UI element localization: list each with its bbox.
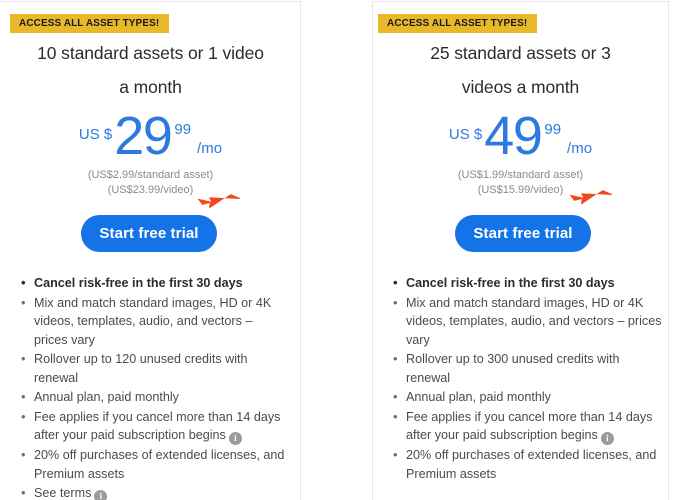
list-item: 20% off purchases of extended licenses, … (18, 446, 288, 483)
list-item: Cancel risk-free in the first 30 days (18, 274, 288, 293)
card-2-headline-line-1: 25 standard assets or 3 (430, 43, 611, 63)
card-1-subprice: (US$2.99/standard asset) (US$23.99/video… (8, 168, 293, 198)
list-item: Rollover up to 120 unused credits with r… (18, 350, 288, 387)
list-item: Mix and match standard images, HD or 4K … (18, 294, 288, 350)
card-2-feature-list: Cancel risk-free in the first 30 days Mi… (390, 274, 662, 484)
list-item: Fee applies if you cancel more than 14 d… (390, 408, 662, 445)
card-2-headline: 25 standard assets or 3 videos a month (378, 36, 663, 104)
card-2-badge-label: ACCESS ALL ASSET TYPES! (378, 14, 538, 33)
card-2-price-cents: 99 (544, 121, 562, 138)
card-1-headline: 10 standard assets or 1 video a month (8, 36, 293, 104)
list-item: Cancel risk-free in the first 30 days (390, 274, 662, 293)
card-2-subprice-asset: (US$1.99/standard asset) (457, 169, 584, 181)
list-item: Annual plan, paid monthly (18, 388, 288, 407)
info-icon[interactable]: i (228, 432, 242, 445)
card-2-start-free-trial-button[interactable]: Start free trial (455, 215, 591, 252)
feature-text: Cancel risk-free in the first 30 days (406, 276, 615, 290)
pricing-page: ACCESS ALL ASSET TYPES! 10 standard asse… (0, 0, 674, 500)
list-item: Fee applies if you cancel more than 14 d… (18, 408, 288, 445)
card-2-price-amount: 49 (484, 106, 543, 166)
feature-text: Fee applies if you cancel more than 14 d… (34, 409, 281, 443)
list-item: Mix and match standard images, HD or 4K … (390, 294, 662, 350)
list-item: Annual plan, paid monthly (390, 388, 662, 407)
feature-text: Cancel risk-free in the first 30 days (34, 276, 243, 290)
card-2-headline-line-2: videos a month (461, 77, 580, 97)
card-1-start-free-trial-button[interactable]: Start free trial (81, 215, 217, 252)
list-item: Rollover up to 300 unused credits with r… (390, 350, 662, 387)
list-item: 20% off purchases of extended licenses, … (390, 446, 662, 483)
info-icon[interactable]: i (600, 432, 614, 445)
card-2-price-currency: US $ (448, 126, 483, 143)
card-1-badge-ribbon: ACCESS ALL ASSET TYPES! (10, 13, 170, 33)
card-1-price-amount: 29 (114, 106, 173, 166)
card-1-feature-list: Cancel risk-free in the first 30 days Mi… (18, 274, 288, 500)
feature-text: Fee applies if you cancel more than 14 d… (406, 409, 653, 443)
card-1-price: US $ 29 99 /mo (8, 106, 293, 166)
card-1-price-currency: US $ (78, 126, 113, 143)
card-2-badge-ribbon: ACCESS ALL ASSET TYPES! (378, 13, 538, 33)
card-1-badge-label: ACCESS ALL ASSET TYPES! (10, 14, 170, 33)
feature-text: Annual plan, paid monthly (34, 390, 179, 404)
feature-text: Rollover up to 120 unused credits with r… (34, 352, 248, 385)
card-1-subprice-video: (US$23.99/video) (107, 184, 194, 196)
feature-text: Mix and match standard images, HD or 4K … (406, 295, 662, 347)
card-2-price-period: /mo (567, 139, 593, 157)
card-2-subprice: (US$1.99/standard asset) (US$15.99/video… (378, 168, 663, 198)
card-1-price-cents: 99 (174, 121, 192, 138)
feature-text: Mix and match standard images, HD or 4K … (34, 295, 272, 347)
list-item: See termsi (18, 484, 288, 500)
card-1-price-period: /mo (197, 139, 223, 157)
feature-text: See terms (34, 486, 92, 500)
feature-text: 20% off purchases of extended licenses, … (34, 448, 285, 481)
card-2-subprice-video: (US$15.99/video) (477, 184, 564, 196)
card-1-headline-line-1: 10 standard assets or 1 video (37, 43, 264, 63)
feature-text: Annual plan, paid monthly (406, 390, 551, 404)
feature-text: 20% off purchases of extended licenses, … (406, 448, 657, 481)
card-2-price: US $ 49 99 /mo (378, 106, 663, 166)
info-icon[interactable]: i (94, 490, 108, 500)
card-1-subprice-asset: (US$2.99/standard asset) (87, 169, 214, 181)
feature-text: Rollover up to 300 unused credits with r… (406, 352, 620, 385)
card-1-headline-line-2: a month (119, 77, 182, 97)
